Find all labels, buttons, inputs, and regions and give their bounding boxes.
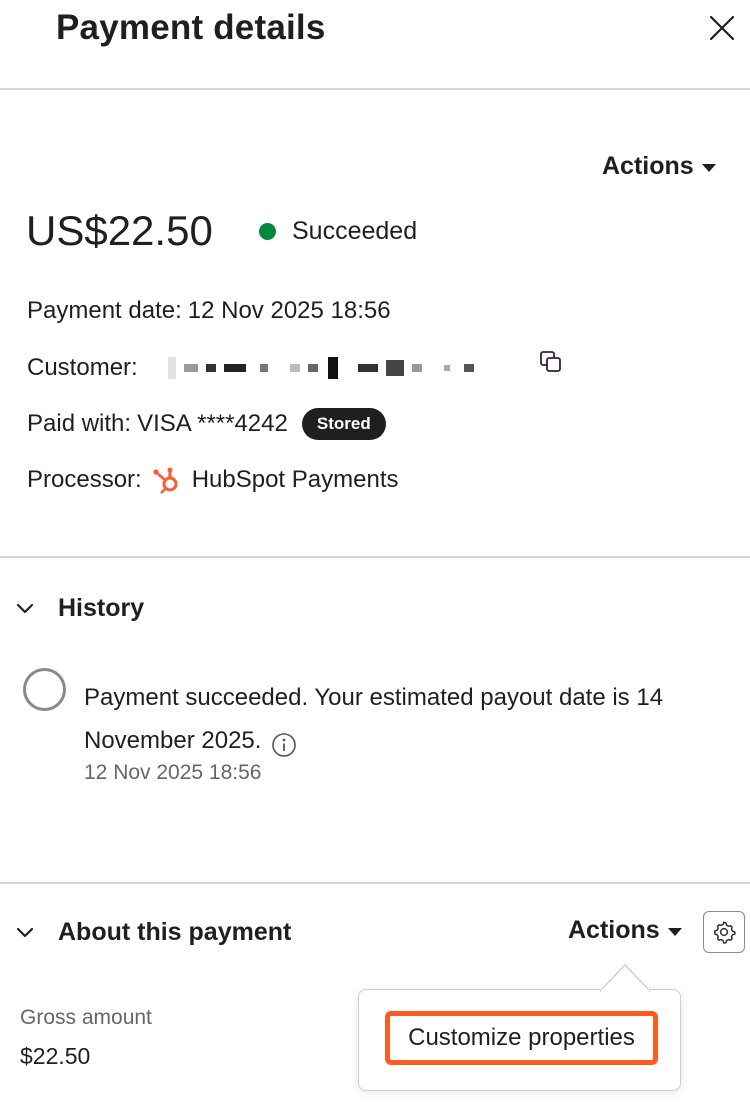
payment-amount: US$22.50 bbox=[26, 207, 213, 254]
actions-dropdown-top[interactable]: Actions bbox=[602, 152, 716, 181]
settings-button[interactable] bbox=[703, 911, 745, 953]
divider bbox=[0, 882, 750, 884]
timeline-circle-icon bbox=[23, 668, 66, 711]
copy-button[interactable] bbox=[539, 350, 563, 374]
close-button[interactable] bbox=[708, 14, 736, 42]
paid-with-label: Paid with: bbox=[27, 410, 132, 437]
history-section-toggle[interactable]: History bbox=[14, 594, 144, 623]
processor-value: HubSpot Payments bbox=[191, 466, 399, 493]
page-title: Payment details bbox=[56, 8, 326, 47]
payment-date-value: 12 Nov 2025 18:56 bbox=[187, 297, 391, 324]
paid-with-row: Paid with: VISA ****4242 Stored bbox=[27, 408, 386, 440]
history-event: Payment succeeded. Your estimated payout… bbox=[84, 676, 734, 762]
panel-header: Payment details bbox=[0, 0, 750, 90]
info-button[interactable] bbox=[271, 729, 297, 757]
about-heading: About this payment bbox=[58, 918, 292, 946]
status-text: Succeeded bbox=[292, 217, 418, 245]
caret-down-icon bbox=[667, 927, 682, 936]
gross-amount-value: $22.50 bbox=[20, 1043, 91, 1069]
history-heading: History bbox=[58, 594, 145, 622]
actions-dropdown-about[interactable]: Actions bbox=[568, 916, 682, 945]
payment-date-label: Payment date: bbox=[27, 297, 182, 324]
menu-item-customize-properties[interactable]: Customize properties bbox=[385, 1011, 658, 1065]
info-icon bbox=[272, 732, 297, 757]
gross-amount-label: Gross amount bbox=[20, 1006, 152, 1029]
close-icon bbox=[709, 15, 735, 41]
caret-down-icon bbox=[701, 163, 716, 172]
customer-redacted-value bbox=[167, 353, 482, 383]
processor-label: Processor: bbox=[27, 466, 142, 493]
history-event-text: Payment succeeded. Your estimated payout… bbox=[84, 684, 664, 754]
customer-label: Customer: bbox=[27, 354, 138, 381]
chevron-down-icon bbox=[16, 603, 34, 613]
actions-label: Actions bbox=[602, 152, 694, 180]
processor-row: Processor: HubSpot Payments bbox=[27, 465, 398, 495]
payment-date-row: Payment date: 12 Nov 2025 18:56 bbox=[27, 297, 391, 325]
paid-with-value: VISA ****4242 bbox=[137, 410, 288, 437]
about-section-toggle[interactable]: About this payment bbox=[14, 918, 291, 947]
copy-icon bbox=[540, 351, 561, 372]
chevron-down-icon bbox=[16, 927, 34, 937]
divider bbox=[0, 556, 750, 558]
status-indicator: Succeeded bbox=[259, 217, 417, 246]
actions-label: Actions bbox=[568, 916, 660, 944]
customer-row: Customer: bbox=[27, 353, 482, 383]
hubspot-sprocket-icon bbox=[153, 467, 178, 494]
history-event-date: 12 Nov 2025 18:56 bbox=[84, 761, 262, 784]
stored-badge: Stored bbox=[301, 408, 386, 440]
status-dot-icon bbox=[259, 223, 276, 240]
gear-icon bbox=[714, 921, 736, 944]
